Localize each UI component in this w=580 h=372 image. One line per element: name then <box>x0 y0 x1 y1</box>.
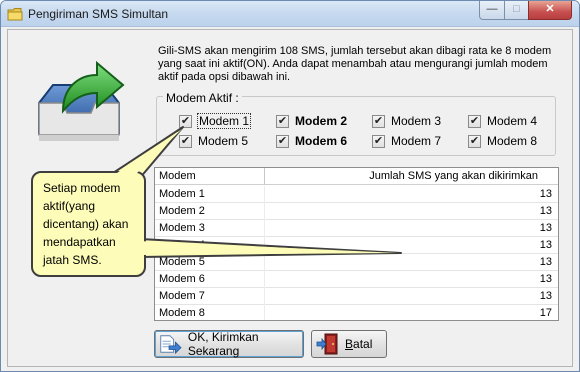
intro-text: Gili-SMS akan mengirim 108 SMS, jumlah t… <box>158 45 552 83</box>
modem-6-checkbox[interactable]: ✔ Modem 6 <box>276 133 347 149</box>
sms-distribution-table[interactable]: Modem Jumlah SMS yang akan dikirimkan Mo… <box>154 167 559 321</box>
checkbox-check-icon: ✔ <box>179 114 192 128</box>
table-row[interactable]: Modem 2 13 <box>155 203 558 220</box>
modem-4-checkbox[interactable]: ✔ Modem 4 <box>468 113 537 129</box>
checkbox-check-icon: ✔ <box>276 114 289 128</box>
send-document-icon <box>160 335 182 355</box>
modem-5-checkbox[interactable]: ✔ Modem 5 <box>179 133 248 149</box>
modem-2-checkbox[interactable]: ✔ Modem 2 <box>276 113 347 129</box>
send-inbox-icon <box>38 60 125 141</box>
exit-door-icon <box>316 333 338 355</box>
help-callout: Setiap modem aktif(yang dicentang) akan … <box>31 171 146 277</box>
modem-group-label: Modem Aktif : <box>163 91 242 105</box>
checkbox-check-icon: ✔ <box>372 114 385 128</box>
modem-8-checkbox[interactable]: ✔ Modem 8 <box>468 133 537 149</box>
minimize-button[interactable]: — <box>479 1 505 20</box>
table-row[interactable]: Modem 7 13 <box>155 288 558 305</box>
table-row[interactable]: Modem 3 13 <box>155 220 558 237</box>
table-row[interactable]: Modem 1 13 <box>155 186 558 203</box>
checkbox-check-icon: ✔ <box>372 134 385 148</box>
table-row[interactable]: Modem 5 13 <box>155 254 558 271</box>
checkbox-check-icon: ✔ <box>468 114 481 128</box>
modem-1-checkbox[interactable]: ✔ Modem 1 <box>179 113 252 129</box>
modem-3-checkbox[interactable]: ✔ Modem 3 <box>372 113 441 129</box>
column-header-count[interactable]: Jumlah SMS yang akan dikirimkan <box>369 170 538 182</box>
folder-icon <box>7 8 23 21</box>
title-bar[interactable]: Pengiriman SMS Simultan — □ ✕ <box>1 1 579 27</box>
table-row[interactable]: Modem 4 13 <box>155 237 558 254</box>
window-title: Pengiriman SMS Simultan <box>28 7 169 21</box>
table-row[interactable]: Modem 8 17 <box>155 305 558 320</box>
checkbox-check-icon: ✔ <box>276 134 289 148</box>
cancel-button-label: Batal <box>345 337 373 351</box>
checkbox-check-icon: ✔ <box>179 134 192 148</box>
cancel-button[interactable]: Batal <box>311 330 387 358</box>
modem-7-checkbox[interactable]: ✔ Modem 7 <box>372 133 441 149</box>
ok-send-now-button[interactable]: OK, Kirimkan Sekarang <box>154 330 304 358</box>
column-divider[interactable] <box>264 168 265 185</box>
dialog-window: Pengiriman SMS Simultan — □ ✕ Gili-SMS a… <box>0 0 580 372</box>
ok-button-label: OK, Kirimkan Sekarang <box>187 330 259 358</box>
checkbox-check-icon: ✔ <box>468 134 481 148</box>
column-header-modem[interactable]: Modem <box>159 170 196 182</box>
table-row[interactable]: Modem 6 13 <box>155 271 558 288</box>
close-button[interactable]: ✕ <box>528 1 572 20</box>
table-header: Modem Jumlah SMS yang akan dikirimkan <box>155 168 558 185</box>
maximize-button[interactable]: □ <box>504 1 529 20</box>
